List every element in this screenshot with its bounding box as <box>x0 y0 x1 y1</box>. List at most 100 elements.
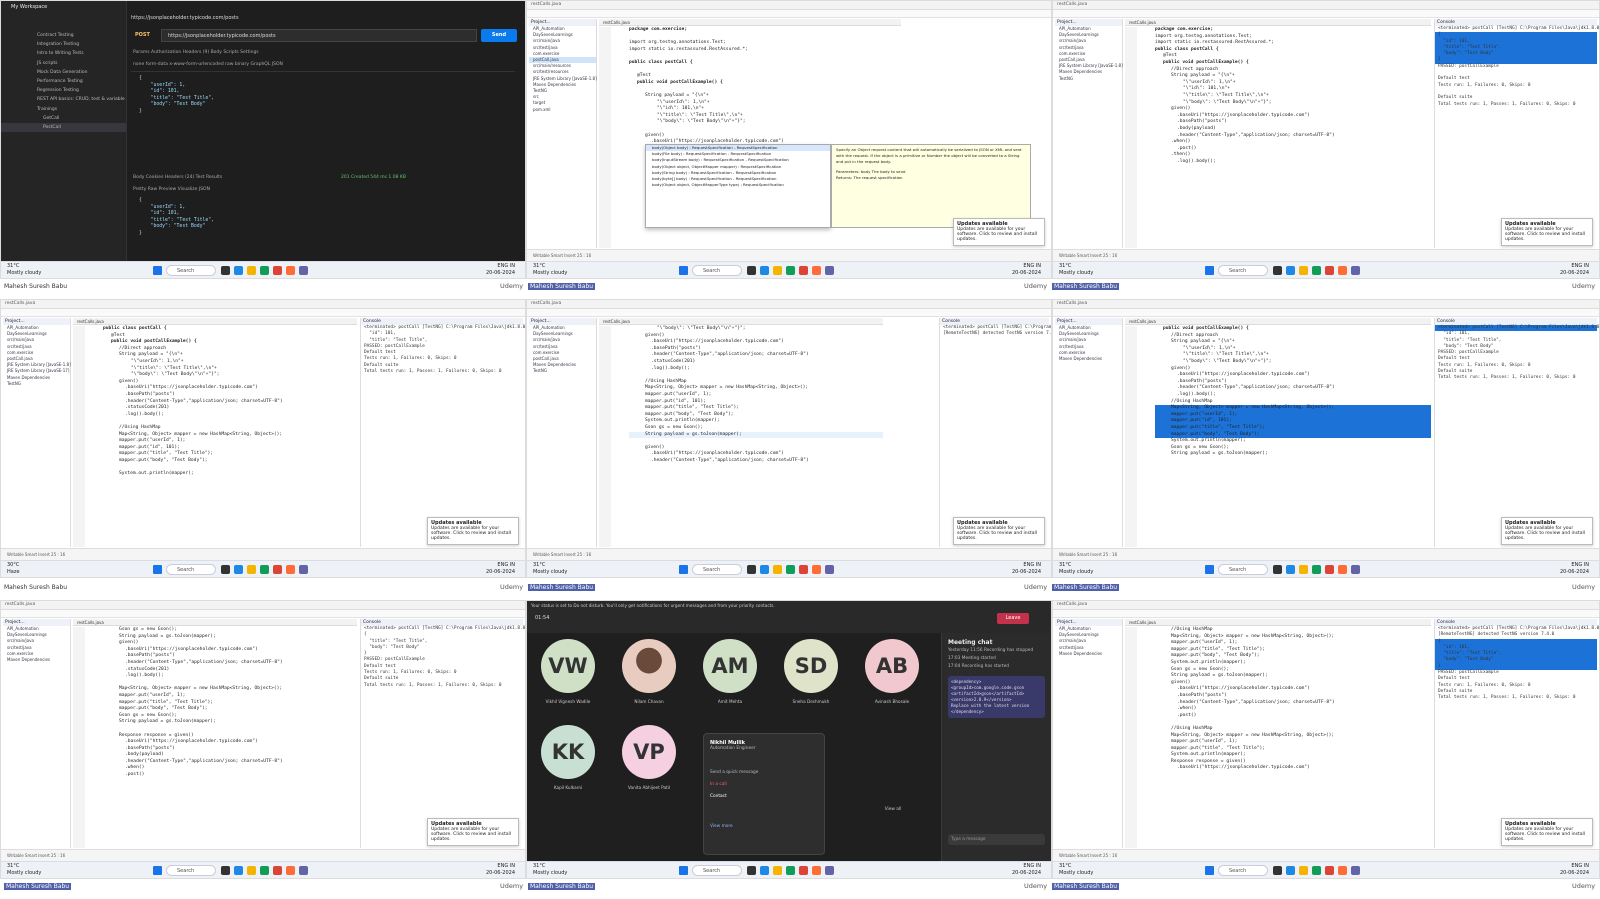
update-notification[interactable]: Updates available Updates are available f… <box>953 517 1045 545</box>
request-body-editor[interactable]: { "userId": 1, "id": 101, "title": "Test… <box>131 71 515 121</box>
tree-item[interactable]: Maven Dependencies <box>1055 356 1122 362</box>
view-all-label[interactable]: View all <box>873 807 913 812</box>
windows-start-icon[interactable] <box>1205 266 1214 275</box>
console-panel[interactable]: Console <terminated> postCall [TestNG] C… <box>1434 318 1599 547</box>
taskbar-search[interactable]: Search <box>1218 564 1268 575</box>
update-notification[interactable]: Updates available Updates are available f… <box>1501 818 1593 846</box>
console-panel[interactable]: Console <terminated> postCall [TestNG] C… <box>360 619 525 848</box>
code-editor[interactable]: restCalls.java package com.exercise; imp… <box>1125 19 1431 248</box>
console-panel[interactable]: Console <terminated> postCall [TestNG] C… <box>1434 619 1599 848</box>
view-more-link[interactable]: View more <box>710 824 818 830</box>
weather-widget[interactable]: 31°C Mostly cloudy <box>533 263 567 277</box>
system-clock[interactable]: ENG IN 20-06-2024 <box>486 562 515 576</box>
system-clock[interactable]: ENG IN 20-06-2024 <box>1560 263 1589 277</box>
collection-item[interactable]: Trainings <box>1 105 126 114</box>
taskbar-search[interactable]: Search <box>166 865 216 876</box>
collection-item[interactable]: Mock Data Generation <box>1 68 126 77</box>
weather-widget[interactable]: 30°C Haze <box>7 562 20 576</box>
code-editor[interactable]: restCalls.java public class postCall { @… <box>73 318 357 547</box>
participant-avatar[interactable]: AM <box>703 639 757 693</box>
request-item-postcall[interactable]: PostCall <box>1 123 126 133</box>
participant-avatar[interactable]: AB <box>865 639 919 693</box>
taskbar-search[interactable]: Search <box>166 564 216 575</box>
console-panel[interactable]: Console <terminated> postCall [TestNG] C… <box>360 318 525 547</box>
editor-tab[interactable]: restCalls.java <box>1125 19 1431 26</box>
contact-card[interactable]: Nikhil Mullik Automation Engineer Send a… <box>703 733 825 855</box>
editor-tab[interactable]: restCalls.java <box>599 19 901 26</box>
url-input[interactable]: https://jsonplaceholder.typicode.com/pos… <box>161 29 477 42</box>
weather-widget[interactable]: 31°C Mostly cloudy <box>7 863 41 877</box>
update-notification[interactable]: Updates available Updates are available f… <box>1501 218 1593 246</box>
windows-start-icon[interactable] <box>153 866 162 875</box>
code-editor[interactable]: restCalls.java //Using HashMap Map<Strin… <box>1125 619 1431 848</box>
taskbar-search[interactable]: Search <box>692 265 742 276</box>
taskbar-search[interactable]: Search <box>1218 865 1268 876</box>
code-editor[interactable]: restCalls.java "\"body\": \"Test Body\"\… <box>599 318 883 547</box>
console-panel[interactable]: Console <terminated> postCall [TestNG] C… <box>1434 19 1599 248</box>
send-button[interactable]: Send <box>481 29 517 42</box>
tree-item[interactable]: TestNG <box>529 368 596 374</box>
code-editor[interactable]: restCalls.java Gson gs = new Gson(); Str… <box>73 619 357 848</box>
windows-start-icon[interactable] <box>1205 565 1214 574</box>
editor-tab[interactable]: restCalls.java <box>1125 619 1431 626</box>
tree-item[interactable]: TestNG <box>1055 76 1122 82</box>
workspace-name[interactable]: My Workspace <box>1 1 126 13</box>
tree-item[interactable]: JRE System Library [JavaSE-1.8] <box>529 76 597 82</box>
weather-widget[interactable]: 31°C Mostly cloudy <box>533 863 567 877</box>
system-clock[interactable]: ENG IN 20-06-2024 <box>1012 263 1041 277</box>
tree-item[interactable]: pom.xml <box>529 107 596 113</box>
collection-item[interactable]: Integration Testing <box>1 40 126 49</box>
leave-button[interactable]: Leave <box>997 613 1029 624</box>
tree-item[interactable]: JRE System Library [JavaSE-17] <box>3 368 70 374</box>
update-notification[interactable]: Updates available Updates are available f… <box>1501 517 1593 545</box>
tree-item[interactable]: TestNG <box>3 381 70 387</box>
collection-item[interactable]: Intro to Writing Tests <box>1 49 126 58</box>
update-notification[interactable]: Updates available Updates are available f… <box>427 517 519 545</box>
collection-item[interactable]: Performance Testing <box>1 77 126 86</box>
collection-item[interactable]: Contract Testing <box>1 31 126 40</box>
editor-tab[interactable]: restCalls.java <box>73 318 357 325</box>
windows-start-icon[interactable] <box>679 266 688 275</box>
quick-message-input[interactable]: Send a quick message <box>710 770 818 776</box>
windows-start-icon[interactable] <box>153 266 162 275</box>
chat-input[interactable]: Type a message <box>948 834 1045 845</box>
windows-start-icon[interactable] <box>679 866 688 875</box>
system-clock[interactable]: ENG IN 20-06-2024 <box>486 863 515 877</box>
tree-item[interactable]: Maven Dependencies <box>1055 651 1122 657</box>
participant-avatar[interactable]: SD <box>784 639 838 693</box>
update-notification[interactable]: Updates available Updates are available f… <box>427 818 519 846</box>
response-format[interactable]: Pretty Raw Preview Visualize JSON <box>133 187 210 192</box>
editor-tab[interactable]: restCalls.java <box>73 619 357 626</box>
taskbar-search[interactable]: Search <box>166 265 216 276</box>
weather-widget[interactable]: 31°C Mostly cloudy <box>1059 263 1093 277</box>
system-clock[interactable]: ENG IN 20-06-2024 <box>1560 863 1589 877</box>
autocomplete-popup[interactable]: body(Object body) : RequestSpecification… <box>645 144 831 228</box>
participant-avatar[interactable]: VP <box>622 725 676 779</box>
body-type-options[interactable]: none form-data x-www-form-urlencoded raw… <box>133 62 283 67</box>
editor-tab[interactable]: restCalls.java <box>1125 318 1431 325</box>
weather-widget[interactable]: 31°C Mostly cloudy <box>7 263 41 277</box>
request-tabs[interactable]: Params Authorization Headers (9) Body Sc… <box>133 50 259 55</box>
system-clock[interactable]: ENG IN 20-06-2024 <box>486 263 515 277</box>
console-panel[interactable]: Console <terminated> postCall [TestNG] C… <box>939 318 1051 547</box>
collection-item[interactable]: REST API basics: CRUD, test & variable <box>1 95 126 104</box>
autocomplete-item[interactable]: body(Object object, ObjectMapperType typ… <box>646 182 830 188</box>
request-tab[interactable]: https://jsonplaceholder.typicode.com/pos… <box>131 15 521 25</box>
method-select[interactable]: POST <box>135 32 150 38</box>
participant-avatar[interactable]: KK <box>541 725 595 779</box>
request-item-getcall[interactable]: GetCall <box>1 114 126 123</box>
windows-start-icon[interactable] <box>679 565 688 574</box>
editor-tab[interactable]: restCalls.java <box>599 318 883 325</box>
update-notification[interactable]: Updates available Updates are available f… <box>953 218 1045 246</box>
taskbar-search[interactable]: Search <box>692 865 742 876</box>
response-tabs[interactable]: Body Cookies Headers (24) Test Results <box>133 175 222 180</box>
taskbar-search[interactable]: Search <box>692 564 742 575</box>
system-clock[interactable]: ENG IN 20-06-2024 <box>1012 863 1041 877</box>
collection-item[interactable]: Regression Testing <box>1 86 126 95</box>
weather-widget[interactable]: 31°C Mostly cloudy <box>1059 863 1093 877</box>
participant-avatar[interactable] <box>622 639 676 693</box>
windows-start-icon[interactable] <box>153 565 162 574</box>
weather-widget[interactable]: 31°C Mostly cloudy <box>533 562 567 576</box>
windows-start-icon[interactable] <box>1205 866 1214 875</box>
code-editor[interactable]: restCalls.java public void postCallExamp… <box>1125 318 1431 547</box>
